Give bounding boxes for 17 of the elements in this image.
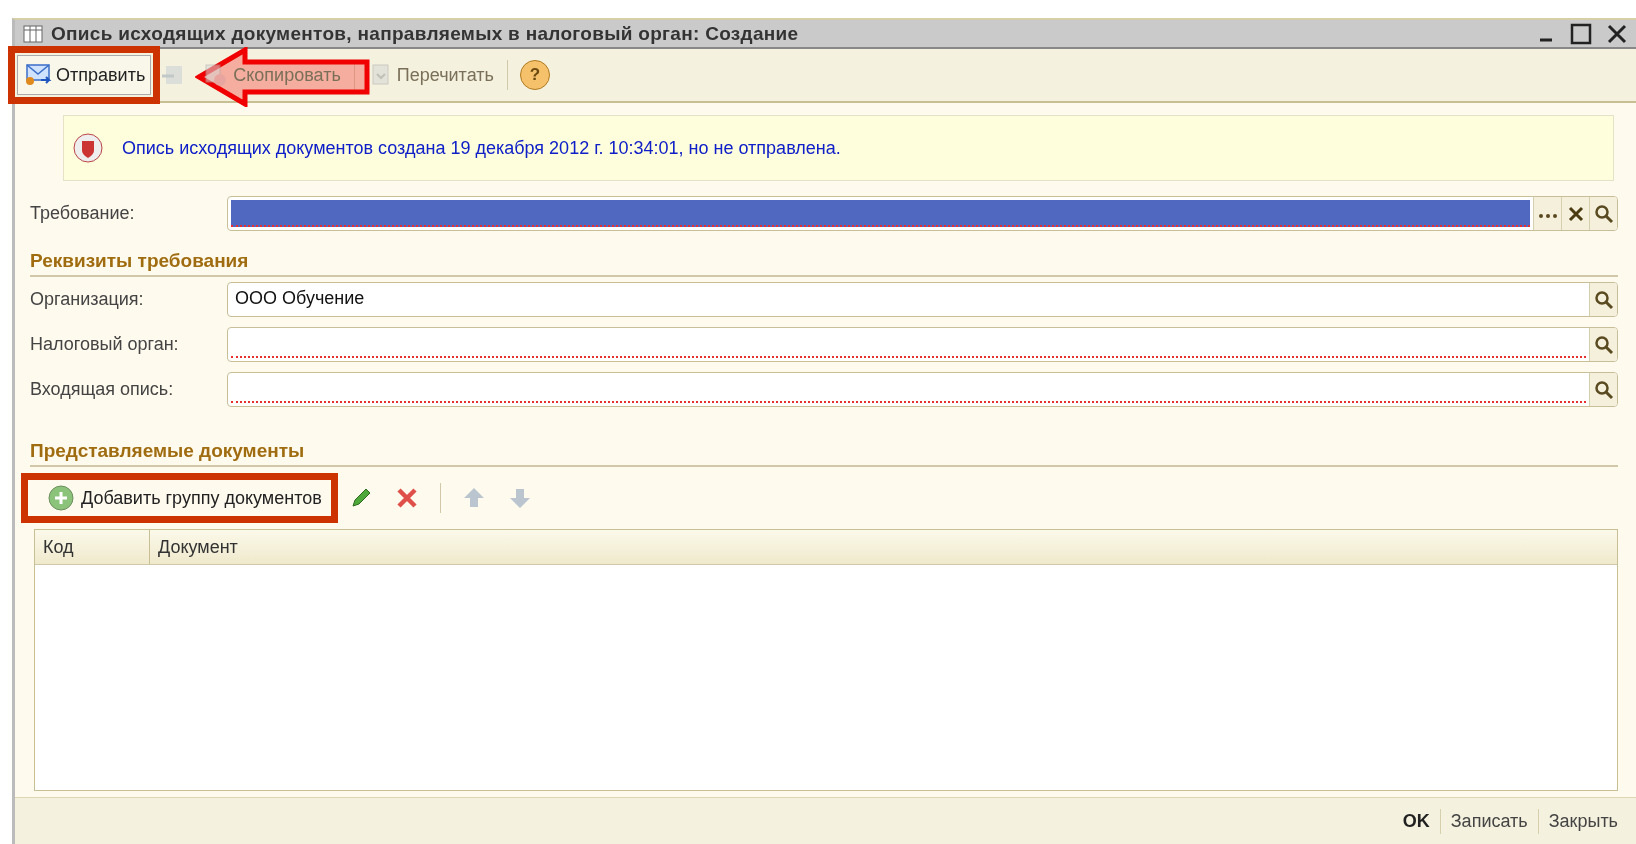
- section-header: Представляемые документы: [30, 436, 1618, 467]
- footer-button[interactable]: Записать: [1439, 808, 1538, 834]
- column-header[interactable]: Документ: [150, 530, 1617, 564]
- column-header[interactable]: Код: [35, 530, 150, 564]
- input-field[interactable]: ООО Обучение: [227, 282, 1618, 317]
- add-group-button[interactable]: Добавить группу документов: [27, 479, 332, 517]
- footer-button[interactable]: OK: [1392, 808, 1440, 834]
- section-header: Реквизиты требования: [30, 246, 1618, 277]
- help-button[interactable]: ?: [519, 60, 550, 90]
- info-message: Опись исходящих документов создана 19 декабря 2012 г. 10:34:01, но не отправлена.: [122, 137, 841, 159]
- field-value: ООО Обучение: [235, 288, 365, 309]
- field-label: Организация:: [30, 289, 145, 310]
- field-label: Налоговый орган:: [30, 334, 180, 355]
- window-title: Опись исходящих документов, направляемых в налоговый орган: Создание: [51, 22, 800, 45]
- footer-button[interactable]: Закрыть: [1537, 808, 1628, 834]
- field-label: Требование:: [30, 203, 136, 224]
- field-label: Входящая опись:: [30, 379, 175, 400]
